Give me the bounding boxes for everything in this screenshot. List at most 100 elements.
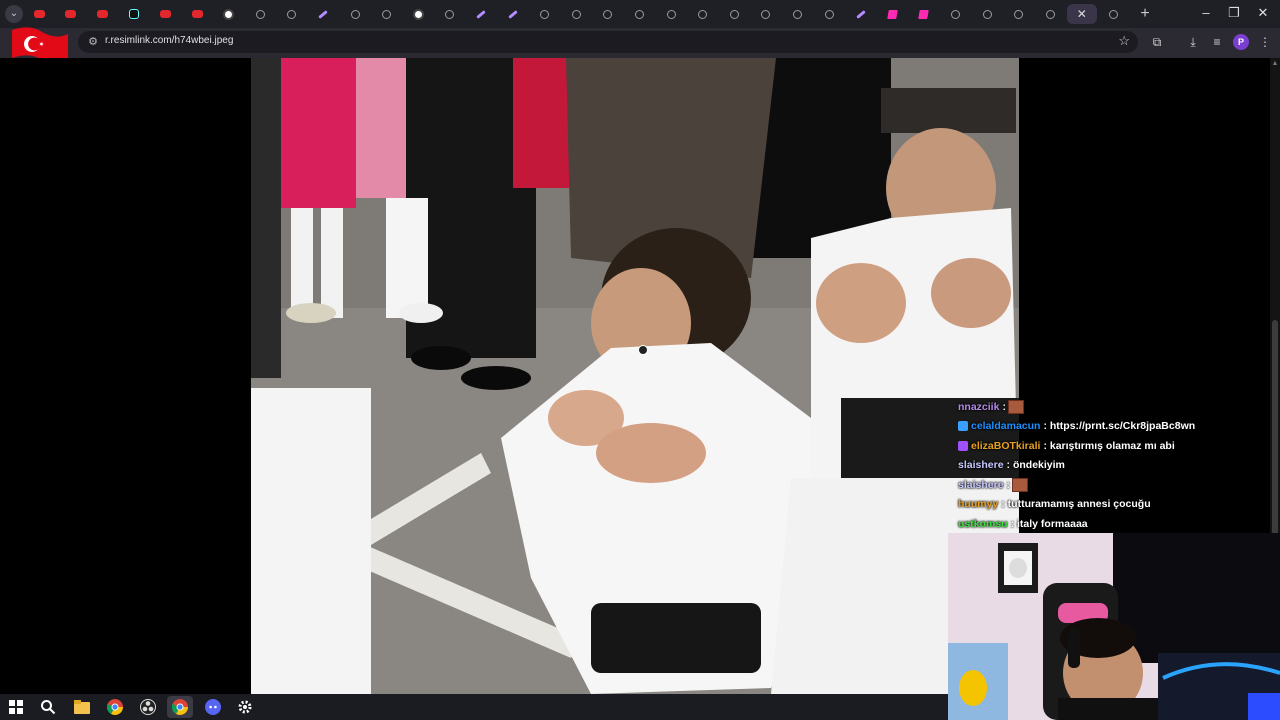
menu-kebab-icon[interactable]: ⋮ — [1256, 33, 1274, 51]
new-tab-button[interactable]: + — [1136, 5, 1154, 23]
browser-tab[interactable] — [751, 4, 781, 24]
chat-message: elizaBOTkirali: karıştırmış olamaz mı ab… — [958, 436, 1258, 456]
browser-tab[interactable] — [972, 4, 1002, 24]
file-explorer-icon[interactable] — [72, 697, 92, 717]
chat-text: : tutturamamış annesi çocuğu — [1001, 498, 1151, 511]
search-icon[interactable] — [38, 697, 58, 717]
pink-app-icon — [886, 9, 898, 19]
minimize-button[interactable]: – — [1196, 5, 1216, 20]
youtube-icon — [159, 10, 171, 18]
address-bar[interactable]: ⚙ r.resimlink.com/h74wbei.jpeg ☆ — [78, 31, 1138, 53]
browser-tab[interactable] — [56, 4, 86, 24]
chat-message: slaishere: — [958, 475, 1258, 495]
feather-icon — [476, 9, 487, 19]
extensions-icon[interactable]: ⧉ — [1148, 33, 1166, 51]
displayed-photo[interactable] — [251, 58, 1019, 694]
browser-tab[interactable] — [150, 4, 180, 24]
chat-username: elizaBOTkirali — [971, 439, 1041, 452]
close-icon[interactable]: ✕ — [1077, 7, 1087, 21]
tiktok-icon — [128, 9, 139, 19]
chrome-icon[interactable] — [167, 696, 193, 718]
browser-tab[interactable] — [372, 4, 402, 24]
close-window-button[interactable]: ✕ — [1253, 5, 1273, 21]
browser-tab[interactable] — [1035, 4, 1065, 24]
google-icon — [412, 8, 424, 20]
discord-icon[interactable] — [203, 697, 223, 717]
browser-tab[interactable] — [87, 4, 117, 24]
globe-icon — [1108, 9, 1118, 19]
stream-chat-overlay: nnazciik: celaldamacun: https://prnt.sc/C… — [958, 397, 1258, 534]
url-text[interactable]: r.resimlink.com/h74wbei.jpeg — [105, 35, 233, 46]
browser-tab[interactable] — [561, 4, 591, 24]
chrome-icon[interactable] — [105, 697, 125, 717]
browser-tab[interactable] — [909, 4, 939, 24]
maximize-button[interactable]: ❐ — [1224, 5, 1244, 21]
browser-tab[interactable] — [814, 4, 844, 24]
globe-icon — [445, 9, 455, 19]
browser-tab[interactable] — [340, 4, 370, 24]
tab-search-button[interactable]: ⌄ — [5, 5, 23, 23]
globe-icon — [255, 9, 265, 19]
media-control-icon[interactable]: ≡ — [1208, 33, 1226, 51]
browser-tab[interactable] — [498, 4, 528, 24]
browser-tab[interactable] — [846, 4, 876, 24]
browser-tab[interactable] — [782, 4, 812, 24]
browser-tab[interactable] — [24, 4, 54, 24]
obs-icon[interactable] — [138, 697, 158, 717]
settings-gear-icon[interactable] — [235, 697, 255, 717]
google-icon — [223, 8, 235, 20]
browser-tab[interactable] — [308, 4, 338, 24]
feather-icon — [318, 9, 329, 19]
youtube-icon — [96, 10, 108, 18]
browser-tab[interactable] — [245, 4, 275, 24]
chat-username: celaldamacun — [971, 420, 1041, 433]
browser-tab[interactable] — [656, 4, 686, 24]
browser-tab[interactable] — [119, 4, 149, 24]
chat-username: ustkomsu — [958, 517, 1008, 530]
chat-message: ustkomsu: italy formaaaa — [958, 514, 1258, 534]
browser-tab[interactable]: ✕ — [1066, 4, 1097, 24]
browser-tab[interactable] — [530, 4, 560, 24]
mouse-cursor — [638, 345, 648, 355]
globe-icon — [982, 9, 992, 19]
browser-tab[interactable] — [1004, 4, 1034, 24]
browser-tab[interactable] — [624, 4, 654, 24]
scrollbar-thumb[interactable] — [1272, 320, 1278, 535]
browser-tab[interactable] — [688, 4, 718, 24]
browser-tab[interactable] — [403, 4, 433, 24]
globe-icon — [698, 9, 708, 19]
chat-message: huumyy: tutturamamış annesi çocuğu — [958, 495, 1258, 515]
browser-tab[interactable] — [877, 4, 907, 24]
chat-separator: : — [1006, 478, 1011, 491]
chat-text: : karıştırmış olamaz mı abi — [1043, 439, 1175, 452]
youtube-icon — [65, 10, 77, 18]
globe-icon — [950, 9, 960, 19]
browser-tab[interactable] — [466, 4, 496, 24]
chat-username: huumyy — [958, 498, 999, 511]
browser-tab[interactable] — [182, 4, 212, 24]
windows-start-icon[interactable] — [6, 697, 26, 717]
globe-icon — [666, 9, 676, 19]
browser-tab[interactable] — [593, 4, 623, 24]
browser-tab[interactable] — [435, 4, 465, 24]
browser-tab[interactable] — [214, 4, 244, 24]
youtube-icon — [191, 10, 203, 18]
browser-tab[interactable] — [1098, 4, 1128, 24]
scroll-up-arrow-icon[interactable]: ▲ — [1270, 60, 1280, 70]
globe-icon — [603, 9, 613, 19]
browser-toolbar: ⚙ r.resimlink.com/h74wbei.jpeg ☆ — [0, 28, 1280, 58]
browser-tab[interactable] — [940, 4, 970, 24]
chat-badge-icon — [958, 421, 968, 432]
bookmark-star-icon[interactable]: ☆ — [1118, 33, 1130, 49]
browser-tab[interactable] — [719, 4, 749, 24]
chat-message: nnazciik: — [958, 397, 1258, 417]
chat-emote-icon — [1007, 399, 1024, 414]
download-icon[interactable]: ⤓ — [1184, 33, 1202, 51]
globe-icon — [540, 9, 550, 19]
profile-avatar[interactable]: P — [1233, 34, 1249, 50]
youtube-icon — [33, 10, 45, 18]
chat-message: celaldamacun: https://prnt.sc/Ckr8jpaBc8… — [958, 417, 1258, 437]
site-info-icon[interactable]: ⚙ — [86, 35, 100, 49]
browser-tab[interactable] — [277, 4, 307, 24]
webcam-feed — [948, 533, 1280, 720]
